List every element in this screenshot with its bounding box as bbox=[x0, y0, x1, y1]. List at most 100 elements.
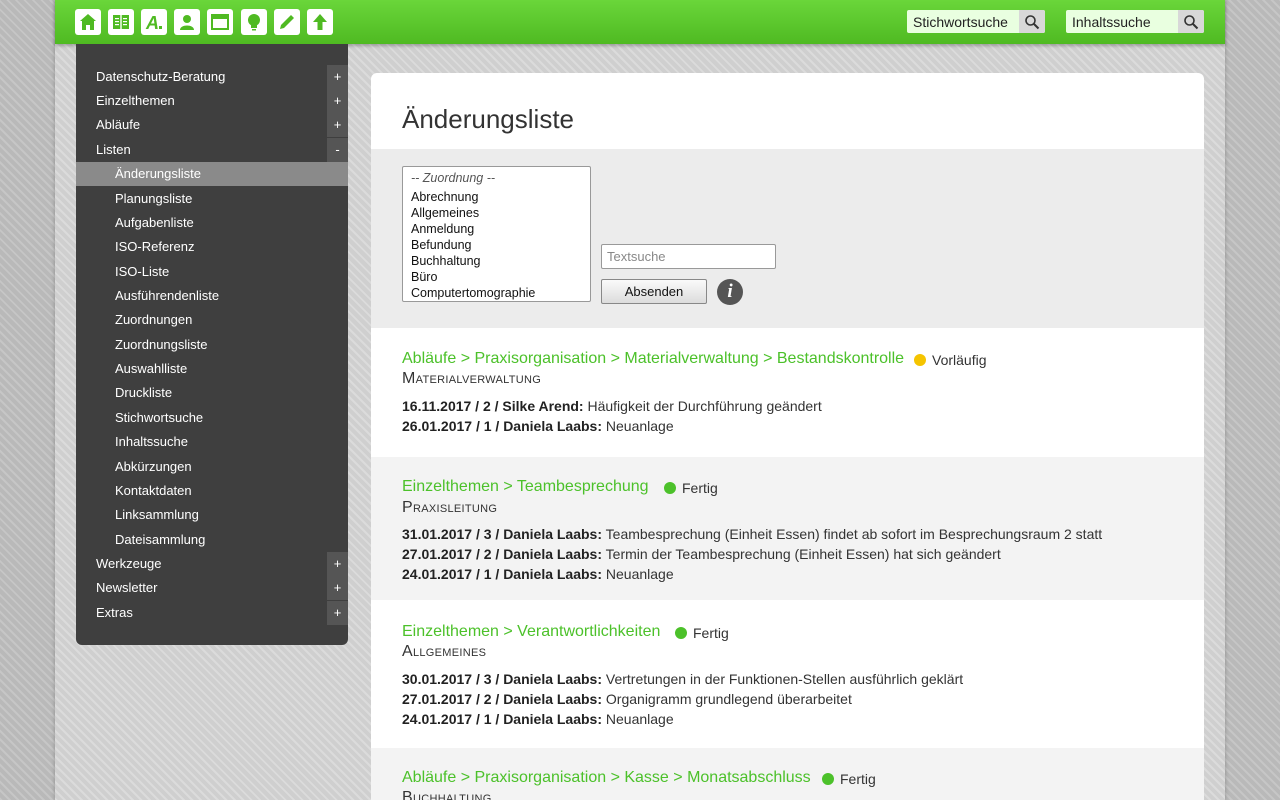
zuordnung-listbox[interactable]: -- Zuordnung -- Abrechnung Allgemeines A… bbox=[402, 166, 591, 302]
sidebar-item-label: Datenschutz-Beratung bbox=[96, 69, 226, 84]
sidebar-item-auswahlliste[interactable]: Auswahlliste bbox=[76, 357, 348, 381]
entry-line-meta: 27.01.2017 / 2 / Daniela Laabs: bbox=[402, 546, 603, 562]
book-icon[interactable] bbox=[108, 9, 134, 35]
sidebar-item-ausfuehrendenliste[interactable]: Ausführendenliste bbox=[76, 284, 348, 308]
status-label: Fertig bbox=[840, 771, 876, 787]
sidebar-item-dateisammlung[interactable]: Dateisammlung bbox=[76, 528, 348, 552]
sidebar-item-listen[interactable]: Listen - bbox=[76, 138, 348, 162]
expand-toggle[interactable]: + bbox=[327, 576, 348, 600]
collapse-toggle[interactable]: - bbox=[327, 138, 348, 162]
sidebar-item-werkzeuge[interactable]: Werkzeuge + bbox=[76, 552, 348, 576]
content-search bbox=[1066, 10, 1204, 33]
status-dot bbox=[675, 627, 687, 639]
sidebar-nav: Datenschutz-Beratung + Einzelthemen + Ablä… bbox=[76, 44, 348, 645]
search-icon bbox=[1025, 14, 1040, 29]
entry-line: 24.01.2017 / 1 / Daniela Laabs: Neuanlag… bbox=[402, 566, 674, 582]
status-label: Fertig bbox=[682, 480, 718, 496]
main-panel: Änderungsliste -- Zuordnung -- Abrechnun… bbox=[371, 73, 1204, 800]
sidebar-item-label: Extras bbox=[96, 605, 133, 620]
entry-breadcrumb-link[interactable]: Abläufe > Praxisorganisation > Materialv… bbox=[402, 350, 904, 368]
sidebar-item-zuordnungsliste[interactable]: Zuordnungsliste bbox=[76, 333, 348, 357]
sidebar-item-abkuerzungen[interactable]: Abkürzungen bbox=[76, 455, 348, 479]
keyword-search-input[interactable] bbox=[907, 10, 1019, 33]
expand-toggle[interactable]: + bbox=[327, 89, 348, 113]
entry-line-meta: 24.01.2017 / 1 / Daniela Laabs: bbox=[402, 566, 603, 582]
home-icon[interactable] bbox=[75, 9, 101, 35]
sidebar-item-planungsliste[interactable]: Planungsliste bbox=[76, 187, 348, 211]
sidebar-item-label: Dateisammlung bbox=[115, 532, 206, 547]
entry-line-text: Neuanlage bbox=[605, 418, 674, 434]
listbox-option[interactable]: Anmeldung bbox=[403, 221, 590, 237]
listbox-option[interactable]: Abrechnung bbox=[403, 189, 590, 205]
sidebar-item-label: ISO-Liste bbox=[115, 264, 170, 279]
sidebar-item-iso-referenz[interactable]: ISO-Referenz bbox=[76, 235, 348, 259]
letter-a-icon[interactable]: A bbox=[141, 9, 167, 35]
entry-line-text: Organigramm grundlegend überarbeitet bbox=[605, 691, 852, 707]
entry-line-meta: 27.01.2017 / 2 / Daniela Laabs: bbox=[402, 691, 603, 707]
listbox-placeholder[interactable]: -- Zuordnung -- bbox=[403, 170, 590, 189]
sidebar-item-linksammlung[interactable]: Linksammlung bbox=[76, 503, 348, 527]
sidebar-item-druckliste[interactable]: Druckliste bbox=[76, 381, 348, 405]
expand-toggle[interactable]: + bbox=[327, 113, 348, 137]
listbox-option[interactable]: Buchhaltung bbox=[403, 253, 590, 269]
person-icon[interactable] bbox=[174, 9, 200, 35]
content-search-button[interactable] bbox=[1178, 10, 1204, 33]
text-search-input[interactable] bbox=[601, 244, 776, 269]
entry-breadcrumb-link[interactable]: Einzelthemen > Teambesprechung bbox=[402, 478, 649, 496]
sidebar-item-label: Aufgabenliste bbox=[115, 215, 194, 230]
expand-toggle[interactable]: + bbox=[327, 601, 348, 625]
expand-toggle[interactable]: + bbox=[327, 65, 348, 89]
listbox-option[interactable]: Allgemeines bbox=[403, 205, 590, 221]
sidebar-item-extras[interactable]: Extras + bbox=[76, 601, 348, 625]
content-search-input[interactable] bbox=[1066, 10, 1178, 33]
sidebar-item-stichwortsuche[interactable]: Stichwortsuche bbox=[76, 406, 348, 430]
sidebar-item-einzelthemen[interactable]: Einzelthemen + bbox=[76, 89, 348, 113]
entry-line-text: Vertretungen in der Funktionen-Stellen a… bbox=[605, 671, 964, 687]
sidebar-item-label: Änderungsliste bbox=[115, 166, 201, 181]
keyword-search-button[interactable] bbox=[1019, 10, 1045, 33]
sidebar-item-datenschutz-beratung[interactable]: Datenschutz-Beratung + bbox=[76, 65, 348, 89]
entry-line: 27.01.2017 / 2 / Daniela Laabs: Organigr… bbox=[402, 691, 852, 707]
entry-line-meta: 16.11.2017 / 2 / Silke Arend: bbox=[402, 398, 584, 414]
entry-line: 27.01.2017 / 2 / Daniela Laabs: Termin d… bbox=[402, 546, 1001, 562]
status-badge: Fertig bbox=[664, 480, 718, 496]
sidebar-item-zuordnungen[interactable]: Zuordnungen bbox=[76, 308, 348, 332]
entry-breadcrumb-link[interactable]: Einzelthemen > Verantwortlichkeiten bbox=[402, 623, 660, 641]
entry-category: Materialverwaltung bbox=[402, 370, 542, 387]
entry-line-text: Neuanlage bbox=[605, 711, 674, 727]
filter-area: -- Zuordnung -- Abrechnung Allgemeines A… bbox=[371, 149, 1204, 328]
svg-text:A: A bbox=[145, 13, 159, 32]
submit-button[interactable]: Absenden bbox=[601, 279, 707, 304]
expand-toggle[interactable]: + bbox=[327, 552, 348, 576]
top-toolbar: A bbox=[55, 0, 1225, 44]
sidebar-item-label: Werkzeuge bbox=[96, 556, 162, 571]
status-badge: Fertig bbox=[822, 771, 876, 787]
sidebar-item-iso-liste[interactable]: ISO-Liste bbox=[76, 260, 348, 284]
status-label: Fertig bbox=[693, 625, 729, 641]
change-entry: Einzelthemen > Teambesprechung Fertig Pr… bbox=[371, 457, 1204, 600]
entry-category: Buchhaltung bbox=[402, 789, 492, 800]
entry-line-meta: 31.01.2017 / 3 / Daniela Laabs: bbox=[402, 526, 603, 542]
listbox-option[interactable]: Computertomographie bbox=[403, 285, 590, 301]
search-icon bbox=[1184, 14, 1199, 29]
listbox-option[interactable]: Büro bbox=[403, 269, 590, 285]
entry-category: Allgemeines bbox=[402, 643, 487, 660]
sidebar-item-ablaeufe[interactable]: Abläufe + bbox=[76, 113, 348, 137]
sidebar-item-label: Ausführendenliste bbox=[115, 288, 220, 303]
sidebar-item-label: Zuordnungsliste bbox=[115, 337, 208, 352]
listbox-option[interactable]: Befundung bbox=[403, 237, 590, 253]
arrow-up-icon[interactable] bbox=[307, 9, 333, 35]
entry-breadcrumb-link[interactable]: Abläufe > Praxisorganisation > Kasse > M… bbox=[402, 769, 811, 787]
sidebar-item-aenderungsliste[interactable]: Änderungsliste bbox=[76, 162, 348, 186]
sidebar-item-newsletter[interactable]: Newsletter + bbox=[76, 576, 348, 600]
lightbulb-icon[interactable] bbox=[241, 9, 267, 35]
sidebar-item-label: Linksammlung bbox=[115, 507, 199, 522]
info-icon[interactable]: i bbox=[717, 279, 743, 305]
window-icon[interactable] bbox=[207, 9, 233, 35]
entry-line-text: Häufigkeit der Durchführung geändert bbox=[587, 398, 822, 414]
entry-line-meta: 30.01.2017 / 3 / Daniela Laabs: bbox=[402, 671, 603, 687]
pencil-icon[interactable] bbox=[274, 9, 300, 35]
sidebar-item-inhaltssuche[interactable]: Inhaltssuche bbox=[76, 430, 348, 454]
sidebar-item-kontaktdaten[interactable]: Kontaktdaten bbox=[76, 479, 348, 503]
sidebar-item-aufgabenliste[interactable]: Aufgabenliste bbox=[76, 211, 348, 235]
